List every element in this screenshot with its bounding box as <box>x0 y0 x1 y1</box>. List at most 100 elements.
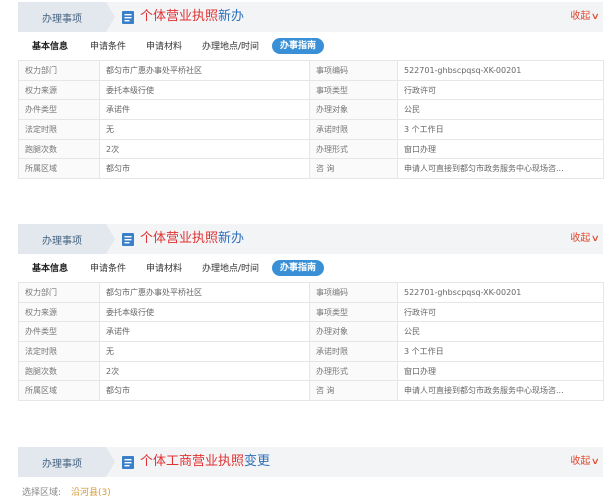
field-label: 承诺时限 <box>309 341 398 362</box>
field-value: 2次 <box>99 138 310 160</box>
field-label: 办件类型 <box>18 321 100 343</box>
field-label: 咨 询 <box>309 380 398 402</box>
collapse-button[interactable]: 收起∨ <box>570 447 600 477</box>
field-value: 公民 <box>397 99 604 121</box>
table-row: 权力来源 委托本级行使 事项类型 行政许可 <box>18 301 604 323</box>
field-label: 承诺时限 <box>309 119 398 140</box>
item-header: 办理事项 个体营业执照新办 收起∨ <box>18 2 603 32</box>
field-value: 都匀市 <box>99 158 310 180</box>
chevron-down-icon[interactable]: ∨ <box>591 224 600 254</box>
table-row: 跑腿次数 2次 办理形式 窗口办理 <box>18 138 604 160</box>
table-row: 法定时限无承诺时限 3 个工作日 <box>18 341 604 362</box>
collapse-label[interactable]: 收起 <box>570 456 590 467</box>
tab-bar: 基本信息 申请条件 申请材料 办理地点/时间 办事指南 <box>18 260 603 280</box>
table-row: 跑腿次数 2次 办理形式 窗口办理 <box>18 360 604 382</box>
document-icon <box>122 11 134 24</box>
field-value: 委托本级行使 <box>99 79 310 101</box>
tab-guide[interactable]: 办事指南 <box>272 38 325 54</box>
item-header: 办理事项 个体工商营业执照变更 收起∨ <box>18 447 603 477</box>
field-label: 办理形式 <box>309 360 398 382</box>
tab-location-time[interactable]: 办理地点/时间 <box>202 40 259 54</box>
collapse-label[interactable]: 收起 <box>570 11 590 22</box>
table-row: 权力来源 委托本级行使 事项类型 行政许可 <box>18 79 604 101</box>
field-value: 都匀市广惠办事处平桥社区 <box>99 60 310 81</box>
table-row: 权力部门 都匀市广惠办事处平桥社区 事项编码 522701-ghbscpqsq-XK-… <box>18 60 604 81</box>
field-value: 无 <box>99 341 310 362</box>
item-title-main[interactable]: 个体工商营业执照 <box>140 454 244 469</box>
field-label: 所属区域 <box>18 158 100 180</box>
field-value: 行政许可 <box>397 301 604 323</box>
item-title[interactable]: 个体工商营业执照变更 <box>140 447 270 477</box>
field-value: 3 个工作日 <box>397 341 604 362</box>
tab-guide[interactable]: 办事指南 <box>272 260 325 276</box>
field-value: 3 个工作日 <box>397 119 604 140</box>
region-value-link[interactable]: 沿河县(3) <box>71 488 111 498</box>
field-value: 委托本级行使 <box>99 301 310 323</box>
tab-conditions[interactable]: 申请条件 <box>90 40 126 54</box>
tab-materials[interactable]: 申请材料 <box>146 40 182 54</box>
tab-conditions[interactable]: 申请条件 <box>90 262 126 276</box>
field-value: 都匀市 <box>99 380 310 402</box>
field-label: 所属区域 <box>18 380 100 402</box>
chevron-down-icon[interactable]: ∨ <box>591 2 600 32</box>
item-title[interactable]: 个体营业执照新办 <box>140 2 244 32</box>
field-label: 权力部门 <box>18 60 100 81</box>
info-table: 权力部门 都匀市广惠办事处平桥社区 事项编码 522701-ghbscpqsq-XK-… <box>18 60 604 180</box>
field-label: 法定时限 <box>18 119 100 140</box>
tab-basic-info[interactable]: 基本信息 <box>32 40 68 54</box>
field-label: 权力部门 <box>18 282 100 303</box>
table-row: 所属区域 都匀市咨 询申请人可直接到都匀市政务服务中心现场咨... <box>18 380 604 402</box>
item-title-suffix[interactable]: 变更 <box>244 454 270 469</box>
item-title-suffix[interactable]: 新办 <box>218 9 244 24</box>
table-row: 所属区域 都匀市咨 询申请人可直接到都匀市政务服务中心现场咨... <box>18 158 604 180</box>
field-label: 事项类型 <box>309 79 398 101</box>
field-value: 522701-ghbscpqsq-XK-00201 <box>397 60 604 81</box>
field-value: 申请人可直接到都匀市政务服务中心现场咨... <box>397 380 604 402</box>
field-label: 办件类型 <box>18 99 100 121</box>
field-value: 无 <box>99 119 310 140</box>
field-value: 公民 <box>397 321 604 343</box>
field-label: 事项类型 <box>309 301 398 323</box>
item-title-suffix[interactable]: 新办 <box>218 231 244 246</box>
field-value: 行政许可 <box>397 79 604 101</box>
field-value: 承诺件 <box>99 99 310 121</box>
item-tag: 办理事项 <box>18 2 115 32</box>
field-value: 窗口办理 <box>397 360 604 382</box>
field-value: 都匀市广惠办事处平桥社区 <box>99 282 310 303</box>
field-value: 承诺件 <box>99 321 310 343</box>
field-label: 事项编码 <box>309 60 398 81</box>
field-value: 窗口办理 <box>397 138 604 160</box>
field-label: 事项编码 <box>309 282 398 303</box>
field-label: 权力来源 <box>18 79 100 101</box>
document-icon <box>122 456 134 469</box>
table-row: 办件类型 承诺件 办理对象 公民 <box>18 99 604 121</box>
field-label: 跑腿次数 <box>18 138 100 160</box>
item-tag: 办理事项 <box>18 224 115 254</box>
region-selector: 选择区域: 沿河县(3) <box>22 487 111 499</box>
collapse-label[interactable]: 收起 <box>570 233 590 244</box>
item-title-main[interactable]: 个体营业执照 <box>140 231 218 246</box>
collapse-button[interactable]: 收起∨ <box>570 2 600 32</box>
info-table: 权力部门 都匀市广惠办事处平桥社区 事项编码 522701-ghbscpqsq-XK-… <box>18 282 604 402</box>
item-title-main[interactable]: 个体营业执照 <box>140 9 218 24</box>
field-value: 522701-ghbscpqsq-XK-00201 <box>397 282 604 303</box>
field-value: 2次 <box>99 360 310 382</box>
collapse-button[interactable]: 收起∨ <box>570 224 600 254</box>
field-label: 办理对象 <box>309 99 398 121</box>
field-label: 法定时限 <box>18 341 100 362</box>
tab-materials[interactable]: 申请材料 <box>146 262 182 276</box>
field-label: 权力来源 <box>18 301 100 323</box>
region-label: 选择区域: <box>22 488 62 498</box>
item-header: 办理事项 个体营业执照新办 收起∨ <box>18 224 603 254</box>
item-tag: 办理事项 <box>18 447 115 477</box>
field-label: 办理对象 <box>309 321 398 343</box>
item-title[interactable]: 个体营业执照新办 <box>140 224 244 254</box>
tab-bar: 基本信息 申请条件 申请材料 办理地点/时间 办事指南 <box>18 38 603 58</box>
tab-basic-info[interactable]: 基本信息 <box>32 262 68 276</box>
field-label: 办理形式 <box>309 138 398 160</box>
tab-location-time[interactable]: 办理地点/时间 <box>202 262 259 276</box>
table-row: 权力部门 都匀市广惠办事处平桥社区 事项编码 522701-ghbscpqsq-XK-… <box>18 282 604 303</box>
document-icon <box>122 233 134 246</box>
field-label: 跑腿次数 <box>18 360 100 382</box>
chevron-down-icon[interactable]: ∨ <box>591 447 600 477</box>
